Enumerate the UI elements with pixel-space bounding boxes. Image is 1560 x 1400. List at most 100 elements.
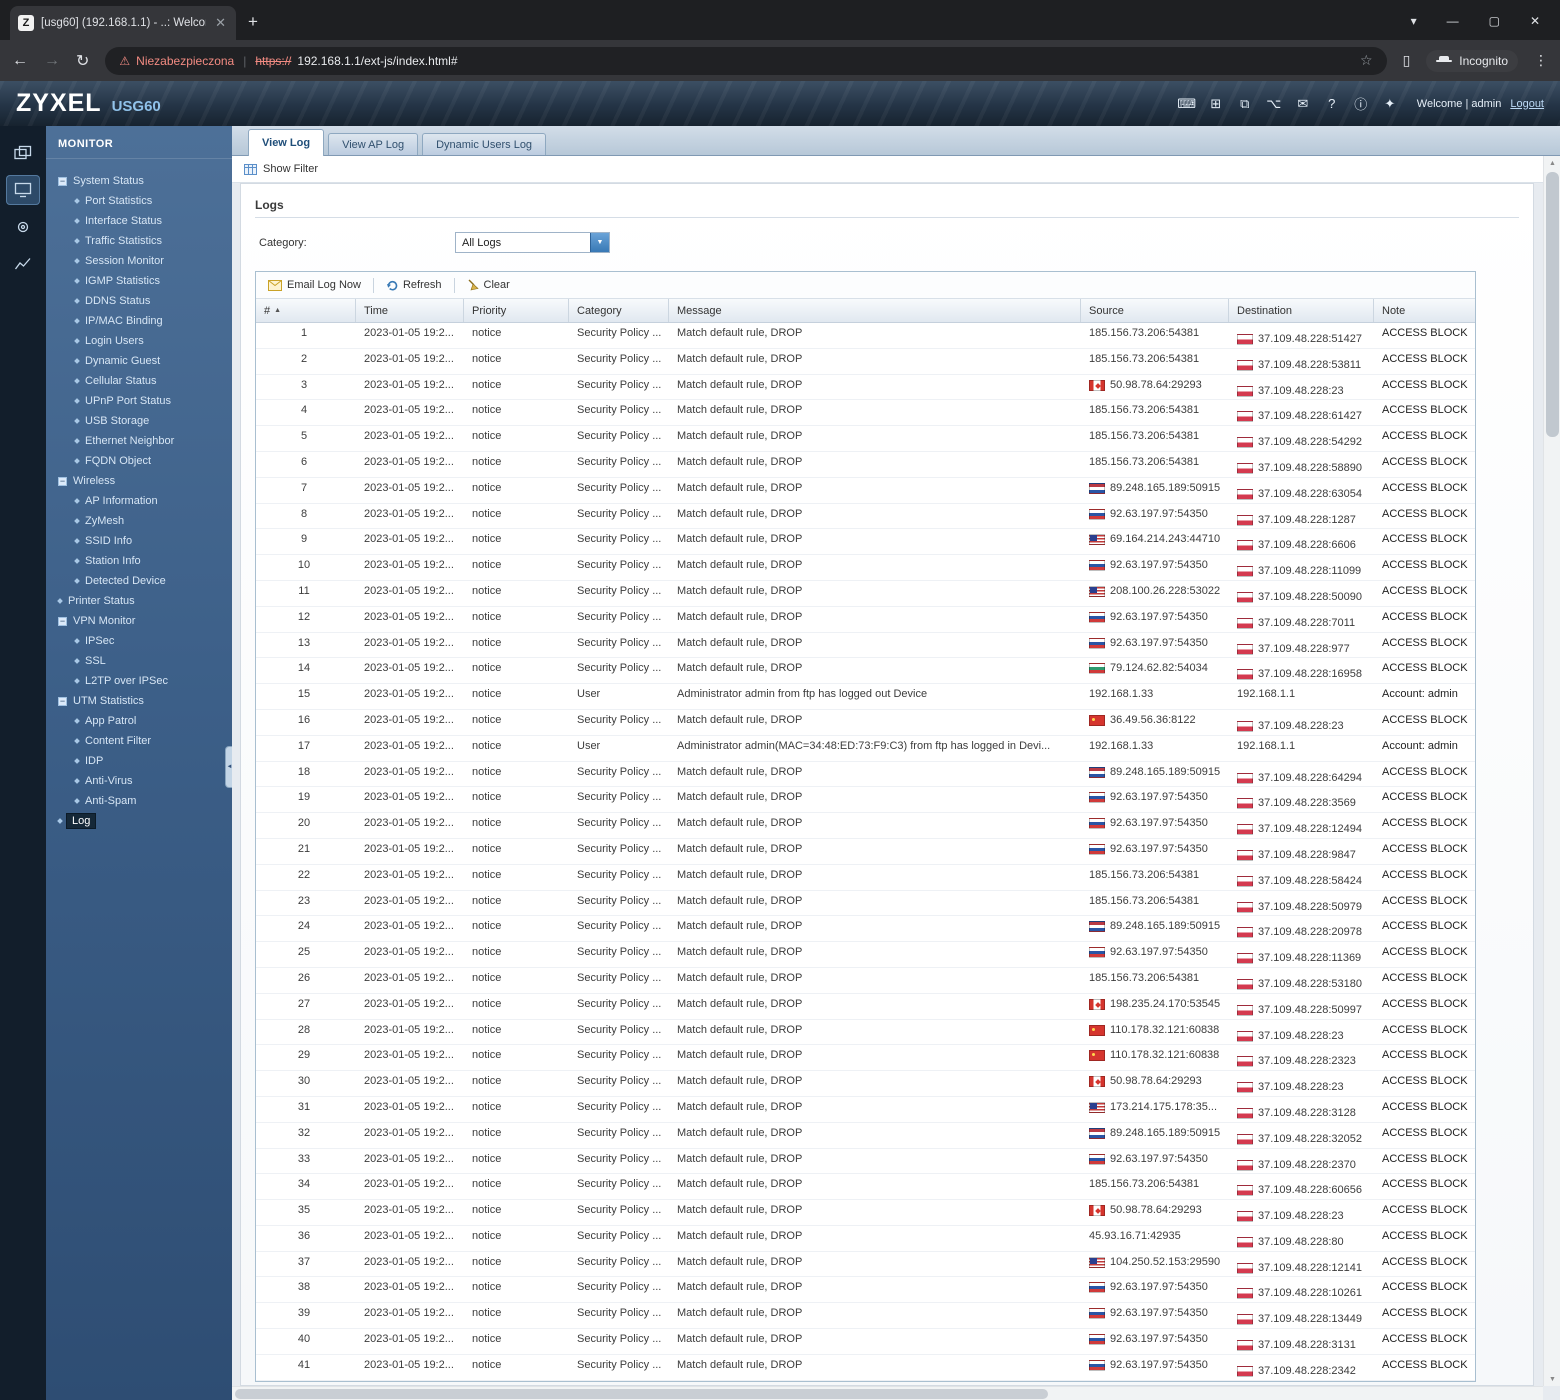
sidebar-item-station-info[interactable]: Station Info — [46, 551, 232, 571]
sidebar-item-wireless[interactable]: − Wireless — [46, 471, 232, 491]
collapse-icon[interactable]: − — [58, 616, 67, 626]
collapse-icon[interactable]: − — [58, 176, 67, 186]
log-row[interactable]: 26 2023-01-05 19:2... notice Security Polic… — [256, 967, 1475, 994]
help-icon[interactable]: ? — [1322, 96, 1342, 112]
sidebar-item-idp[interactable]: IDP — [46, 751, 232, 771]
not-secure-warning-icon[interactable]: ⚠ — [119, 54, 130, 68]
sidebar-item-system-status[interactable]: − System Status — [46, 171, 232, 191]
column-header-destination[interactable]: Destination — [1229, 299, 1374, 322]
collapse-icon[interactable]: − — [58, 696, 67, 706]
log-row[interactable]: 2 2023-01-05 19:2... notice Security Policy… — [256, 348, 1475, 375]
column-header-priority[interactable]: Priority — [464, 299, 569, 322]
log-row[interactable]: 18 2023-01-05 19:2... notice Security Polic… — [256, 761, 1475, 788]
log-row[interactable]: 34 2023-01-05 19:2... notice Security Polic… — [256, 1174, 1475, 1201]
sidebar-item-log[interactable]: Log — [46, 811, 232, 831]
maintenance-rail-icon[interactable] — [6, 249, 40, 279]
column-header-message[interactable]: Message — [669, 299, 1081, 322]
log-row[interactable]: 4 2023-01-05 19:2... notice Security Policy… — [256, 400, 1475, 427]
log-row[interactable]: 23 2023-01-05 19:2... notice Security Polic… — [256, 890, 1475, 917]
log-row[interactable]: 32 2023-01-05 19:2... notice Security Polic… — [256, 1122, 1475, 1149]
tab-dynamic-users-log[interactable]: Dynamic Users Log — [422, 133, 547, 155]
sidebar-item-l2tp-over-ipsec[interactable]: L2TP over IPSec — [46, 671, 232, 691]
log-row[interactable]: 16 2023-01-05 19:2... notice Security Polic… — [256, 709, 1475, 736]
sidebar-item-ethernet-neighbor[interactable]: Ethernet Neighbor — [46, 431, 232, 451]
favorites-rail-icon[interactable] — [6, 138, 40, 168]
sidebar-item-app-patrol[interactable]: App Patrol — [46, 711, 232, 731]
log-row[interactable]: 21 2023-01-05 19:2... notice Security Polic… — [256, 838, 1475, 865]
log-row[interactable]: 5 2023-01-05 19:2... notice Security Policy… — [256, 426, 1475, 452]
sidebar-item-traffic-statistics[interactable]: Traffic Statistics — [46, 231, 232, 251]
log-row[interactable]: 39 2023-01-05 19:2... notice Security Polic… — [256, 1303, 1475, 1330]
log-row[interactable]: 20 2023-01-05 19:2... notice Security Polic… — [256, 813, 1475, 839]
forward-button[interactable]: → — [44, 52, 60, 70]
vertical-scrollbar-thumb[interactable] — [1546, 172, 1559, 437]
log-row[interactable]: 14 2023-01-05 19:2... notice Security Polic… — [256, 658, 1475, 685]
site-map-icon[interactable]: ⌥ — [1264, 96, 1284, 112]
sidebar-item-ssid-info[interactable]: SSID Info — [46, 531, 232, 551]
log-row[interactable]: 3 2023-01-05 19:2... notice Security Policy… — [256, 374, 1475, 401]
horizontal-scrollbar[interactable] — [232, 1386, 1543, 1400]
logout-link[interactable]: Logout — [1510, 98, 1544, 110]
not-secure-label[interactable]: Niezabezpieczona — [136, 54, 234, 68]
sidebar-item-port-statistics[interactable]: Port Statistics — [46, 191, 232, 211]
sidebar-item-igmp-statistics[interactable]: IGMP Statistics — [46, 271, 232, 291]
scroll-down-arrow[interactable]: ▼ — [1544, 1372, 1560, 1386]
sidebar-item-interface-status[interactable]: Interface Status — [46, 211, 232, 231]
column-header-time[interactable]: Time — [356, 299, 464, 322]
sidebar-item-ipsec[interactable]: IPSec — [46, 631, 232, 651]
log-row[interactable]: 29 2023-01-05 19:2... notice Security Polic… — [256, 1045, 1475, 1072]
configuration-rail-icon[interactable] — [6, 212, 40, 242]
sidebar-item-vpn-monitor[interactable]: − VPN Monitor — [46, 611, 232, 631]
log-row[interactable]: 13 2023-01-05 19:2... notice Security Polic… — [256, 632, 1475, 659]
address-bar[interactable]: ⚠ Niezabezpieczona | https:// 192.168.1.… — [105, 46, 1387, 75]
about-icon[interactable]: ⓘ — [1351, 96, 1371, 112]
column-header-number[interactable]: # ▲ — [256, 299, 356, 322]
log-row[interactable]: 33 2023-01-05 19:2... notice Security Polic… — [256, 1148, 1475, 1175]
forum-icon[interactable]: ✉ — [1293, 96, 1313, 112]
log-row[interactable]: 27 2023-01-05 19:2... notice Security Polic… — [256, 993, 1475, 1020]
log-row[interactable]: 36 2023-01-05 19:2... notice Security Polic… — [256, 1225, 1475, 1252]
log-row[interactable]: 17 2023-01-05 19:2... notice User Administra… — [256, 735, 1475, 762]
sidebar-item-upnp-port-status[interactable]: UPnP Port Status — [46, 391, 232, 411]
browser-menu-icon[interactable]: ⋮ — [1534, 52, 1548, 69]
refresh-button[interactable]: Refresh — [383, 279, 445, 291]
sidebar-item-usb-storage[interactable]: USB Storage — [46, 411, 232, 431]
vertical-scrollbar[interactable]: ▲ ▼ — [1543, 156, 1560, 1386]
show-filter-bar[interactable]: Show Filter — [232, 156, 1560, 183]
log-row[interactable]: 31 2023-01-05 19:2... notice Security Polic… — [256, 1096, 1475, 1123]
log-row[interactable]: 28 2023-01-05 19:2... notice Security Polic… — [256, 1019, 1475, 1046]
sidebar-item-utm-statistics[interactable]: − UTM Statistics — [46, 691, 232, 711]
sidebar-item-ap-information[interactable]: AP Information — [46, 491, 232, 511]
log-row[interactable]: 35 2023-01-05 19:2... notice Security Polic… — [256, 1200, 1475, 1226]
monitor-rail-icon[interactable] — [6, 175, 40, 205]
sidebar-item-login-users[interactable]: Login Users — [46, 331, 232, 351]
category-dropdown[interactable]: All Logs ▼ — [455, 232, 610, 253]
tab-view-ap-log[interactable]: View AP Log — [328, 133, 419, 155]
log-row[interactable]: 24 2023-01-05 19:2... notice Security Polic… — [256, 916, 1475, 943]
log-row[interactable]: 7 2023-01-05 19:2... notice Security Policy… — [256, 477, 1475, 504]
tab-search-icon[interactable]: ▾ — [1411, 14, 1417, 28]
sidebar-item-content-filter[interactable]: Content Filter — [46, 731, 232, 751]
tab-view-log[interactable]: View Log — [248, 129, 325, 156]
dropdown-arrow-icon[interactable]: ▼ — [590, 233, 609, 252]
sidebar-item-fqdn-object[interactable]: FQDN Object — [46, 451, 232, 471]
horizontal-scrollbar-thumb[interactable] — [235, 1389, 1048, 1399]
log-row[interactable]: 6 2023-01-05 19:2... notice Security Policy… — [256, 451, 1475, 478]
log-row[interactable]: 25 2023-01-05 19:2... notice Security Polic… — [256, 942, 1475, 968]
log-row[interactable]: 30 2023-01-05 19:2... notice Security Polic… — [256, 1071, 1475, 1097]
sidebar-item-session-monitor[interactable]: Session Monitor — [46, 251, 232, 271]
log-row[interactable]: 22 2023-01-05 19:2... notice Security Polic… — [256, 864, 1475, 891]
panel-icon[interactable]: ⧉ — [1235, 96, 1255, 112]
log-row[interactable]: 11 2023-01-05 19:2... notice Security Polic… — [256, 580, 1475, 607]
column-header-source[interactable]: Source — [1081, 299, 1229, 322]
log-row[interactable]: 38 2023-01-05 19:2... notice Security Polic… — [256, 1277, 1475, 1304]
bookmark-star-icon[interactable]: ☆ — [1360, 52, 1373, 69]
column-header-note[interactable]: Note — [1374, 299, 1475, 322]
side-panel-icon[interactable]: ▯ — [1403, 52, 1411, 69]
window-maximize-button[interactable]: ▢ — [1489, 14, 1500, 28]
sidebar-item-detected-device[interactable]: Detected Device — [46, 571, 232, 591]
new-tab-button[interactable]: + — [248, 12, 258, 32]
sidebar-item-cellular-status[interactable]: Cellular Status — [46, 371, 232, 391]
log-row[interactable]: 12 2023-01-05 19:2... notice Security Polic… — [256, 606, 1475, 633]
sidebar-item-ip-mac-binding[interactable]: IP/MAC Binding — [46, 311, 232, 331]
